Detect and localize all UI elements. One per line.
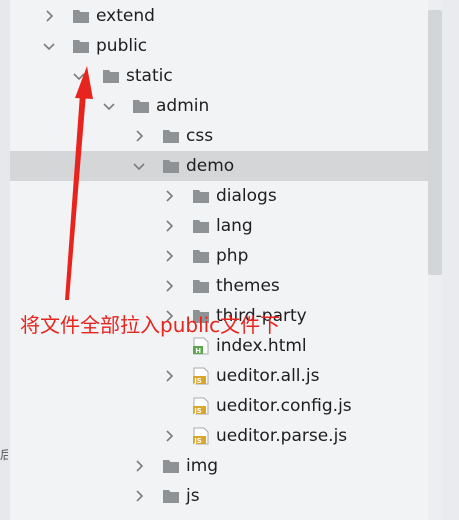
tree-row-demo[interactable]: demo	[10, 151, 428, 181]
folder-icon	[192, 187, 210, 205]
folder-icon	[192, 217, 210, 235]
tree-row-ueditor-config-js[interactable]: JS ueditor.config.js	[10, 391, 428, 421]
tree-row-public[interactable]: public	[10, 31, 428, 61]
js-file-icon: JS	[192, 397, 210, 415]
folder-icon	[72, 7, 90, 25]
chevron-down-icon[interactable]	[42, 39, 56, 53]
tree-item-label: extend	[96, 6, 155, 26]
folder-icon	[192, 277, 210, 295]
tree-item-label: static	[126, 66, 173, 86]
left-edge-text: 后	[0, 448, 8, 462]
tree-row-themes[interactable]: themes	[10, 271, 428, 301]
chevron-right-icon[interactable]	[162, 429, 176, 443]
tree-item-label: public	[96, 36, 148, 56]
project-file-tree[interactable]: extend public static admin css demo dialogs lan…	[10, 0, 428, 520]
chevron-right-icon[interactable]	[132, 459, 146, 473]
chevron-down-icon[interactable]	[132, 159, 146, 173]
tree-item-label: ueditor.config.js	[216, 396, 352, 416]
folder-icon	[72, 37, 90, 55]
tree-item-label: img	[186, 456, 219, 476]
chevron-down-icon[interactable]	[102, 99, 116, 113]
tree-row-img[interactable]: img	[10, 451, 428, 481]
tree-row-ueditor-all-js[interactable]: JS ueditor.all.js	[10, 361, 428, 391]
svg-text:JS: JS	[193, 407, 202, 415]
tree-row-extend[interactable]: extend	[10, 1, 428, 31]
folder-icon	[162, 157, 180, 175]
chevron-right-icon[interactable]	[162, 219, 176, 233]
folder-icon	[162, 457, 180, 475]
folder-icon	[102, 67, 120, 85]
tree-row-dialogs[interactable]: dialogs	[10, 181, 428, 211]
svg-text:JS: JS	[193, 437, 202, 445]
js-file-icon: JS	[192, 427, 210, 445]
tree-row-admin[interactable]: admin	[10, 91, 428, 121]
tree-item-label: admin	[156, 96, 210, 116]
tree-item-label: ueditor.parse.js	[216, 426, 348, 446]
tree-item-label: php	[216, 246, 249, 266]
left-panel-edge	[0, 0, 10, 520]
tree-item-label: ueditor.all.js	[216, 366, 320, 386]
chevron-right-icon[interactable]	[42, 9, 56, 23]
html-file-icon: H	[192, 337, 210, 355]
chevron-down-icon[interactable]	[72, 69, 86, 83]
chevron-right-icon[interactable]	[162, 249, 176, 263]
svg-text:H: H	[195, 347, 201, 355]
tree-row-php[interactable]: php	[10, 241, 428, 271]
svg-text:JS: JS	[193, 377, 202, 385]
tree-item-label: lang	[216, 216, 253, 236]
tree-item-label: demo	[186, 156, 235, 176]
tree-row-js[interactable]: js	[10, 481, 428, 511]
folder-icon	[162, 487, 180, 505]
tree-item-label: css	[186, 126, 214, 146]
scrollbar-thumb[interactable]	[428, 10, 442, 275]
tree-row-ueditor-parse-js[interactable]: JS ueditor.parse.js	[10, 421, 428, 451]
tree-row-static[interactable]: static	[10, 61, 428, 91]
tree-row-css[interactable]: css	[10, 121, 428, 151]
folder-icon	[192, 247, 210, 265]
tree-item-label: js	[186, 486, 200, 506]
chevron-right-icon[interactable]	[162, 279, 176, 293]
folder-icon	[132, 97, 150, 115]
annotation-text: 将文件全部拉入public文件下	[20, 313, 281, 337]
chevron-right-icon[interactable]	[132, 489, 146, 503]
chevron-right-icon[interactable]	[132, 129, 146, 143]
js-file-icon: JS	[192, 367, 210, 385]
tree-item-label: dialogs	[216, 186, 277, 206]
chevron-right-icon[interactable]	[162, 189, 176, 203]
right-panel-edge	[442, 0, 459, 520]
chevron-right-icon[interactable]	[162, 369, 176, 383]
tree-row-lang[interactable]: lang	[10, 211, 428, 241]
tree-item-label: themes	[216, 276, 280, 296]
folder-icon	[162, 127, 180, 145]
